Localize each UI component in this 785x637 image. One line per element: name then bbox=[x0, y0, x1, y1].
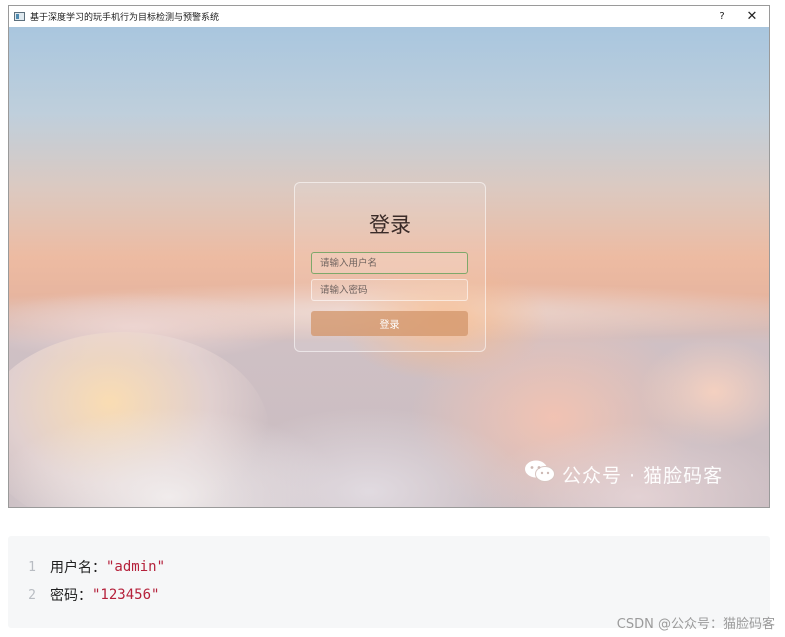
help-button[interactable]: ? bbox=[707, 6, 737, 27]
code-key: 用户名： bbox=[50, 560, 106, 576]
code-key: 密码： bbox=[50, 588, 92, 604]
code-string: "123456" bbox=[92, 587, 160, 603]
code-line: 2 密码： "123456" bbox=[8, 584, 159, 606]
app-icon bbox=[14, 12, 25, 21]
csdn-watermark: CSDN @公众号：猫脸码客 bbox=[616, 617, 775, 632]
line-number: 2 bbox=[28, 587, 36, 603]
wechat-icon bbox=[525, 460, 555, 482]
line-number: 1 bbox=[28, 559, 36, 575]
username-input[interactable] bbox=[311, 252, 468, 274]
app-window: 基于深度学习的玩手机行为目标检测与预警系统 ? ✕ 登录 登录 bbox=[8, 5, 770, 508]
code-line: 1 用户名： "admin" bbox=[8, 556, 165, 578]
close-button[interactable]: ✕ bbox=[737, 6, 767, 27]
window-title: 基于深度学习的玩手机行为目标检测与预警系统 bbox=[30, 13, 220, 23]
login-title: 登录 bbox=[369, 213, 411, 237]
login-card: 登录 登录 bbox=[294, 182, 486, 352]
watermark-label: 公众号 · 猫脸码客 bbox=[562, 465, 724, 487]
code-string: "admin" bbox=[106, 559, 166, 575]
title-bar[interactable]: 基于深度学习的玩手机行为目标检测与预警系统 ? ✕ bbox=[9, 6, 769, 28]
login-button[interactable]: 登录 bbox=[311, 311, 468, 336]
password-input[interactable] bbox=[311, 279, 468, 301]
